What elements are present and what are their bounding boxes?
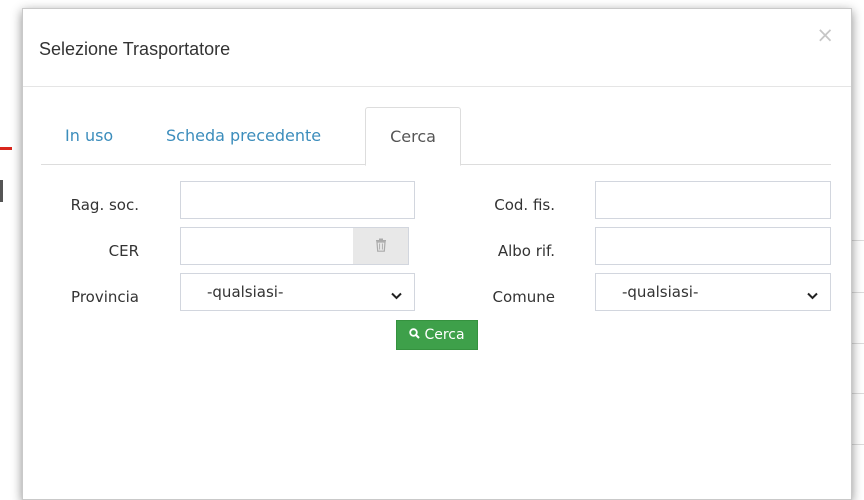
cod-fis-label: Cod. fis.: [494, 196, 555, 214]
comune-selected-value: -qualsiasi-: [622, 283, 699, 301]
background-row-line: [850, 393, 864, 394]
chevron-down-icon: [391, 286, 402, 304]
comune-label: Comune: [492, 288, 555, 306]
provincia-label: Provincia: [71, 288, 139, 306]
modal-title: Selezione Trasportatore: [39, 39, 231, 59]
background-row-line: [850, 343, 864, 344]
tab-scheda-precedente[interactable]: Scheda precedente: [166, 107, 345, 164]
cer-label: CER: [108, 242, 139, 260]
rag-soc-input[interactable]: [180, 181, 415, 219]
albo-rif-input[interactable]: [595, 227, 831, 265]
background-row-line: [850, 292, 864, 293]
background-left-edge: [0, 180, 3, 202]
tab-cerca[interactable]: Cerca: [365, 107, 461, 166]
chevron-down-icon: [807, 286, 818, 304]
close-button[interactable]: ×: [816, 25, 834, 46]
comune-select[interactable]: -qualsiasi-: [595, 273, 831, 311]
modal-dialog: Selezione Trasportatore × In uso Scheda …: [22, 8, 852, 500]
cer-clear-button[interactable]: [353, 227, 409, 265]
rag-soc-label: Rag. soc.: [70, 196, 139, 214]
trash-icon: [375, 237, 387, 256]
background-accent-mark: [0, 147, 12, 150]
cer-input[interactable]: [180, 227, 353, 265]
background-row-line: [850, 240, 864, 241]
cerca-button-label: Cerca: [424, 327, 465, 343]
background-row-line: [850, 444, 864, 445]
tab-bar: In uso Scheda precedente Cerca: [41, 107, 831, 166]
cod-fis-input[interactable]: [595, 181, 831, 219]
modal-header: Selezione Trasportatore ×: [23, 9, 851, 87]
provincia-select[interactable]: -qualsiasi-: [180, 273, 415, 311]
provincia-selected-value: -qualsiasi-: [207, 283, 284, 301]
cerca-button[interactable]: Cerca: [396, 320, 478, 350]
search-icon: [409, 327, 421, 343]
albo-rif-label: Albo rif.: [497, 242, 555, 260]
tab-in-uso[interactable]: In uso: [65, 107, 137, 164]
